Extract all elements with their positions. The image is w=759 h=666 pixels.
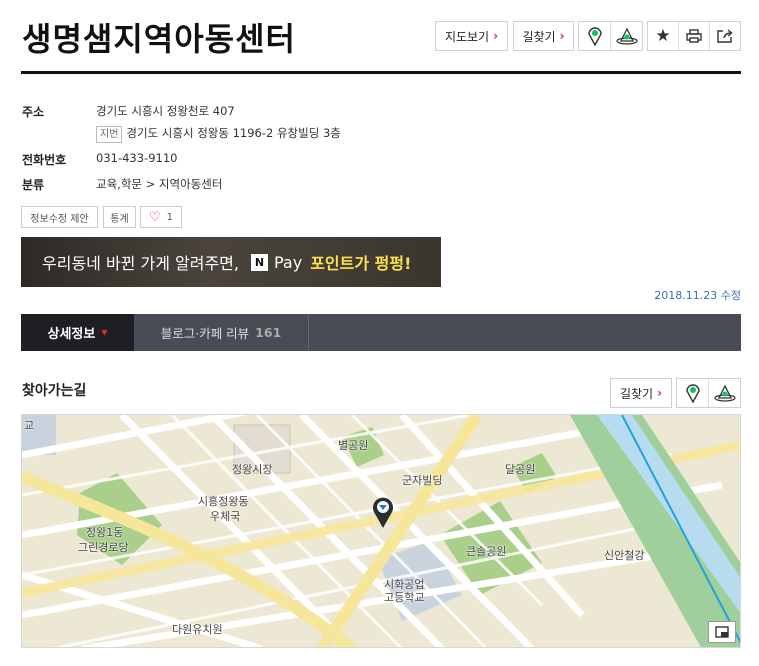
- promo-banner[interactable]: 우리동네 바뀐 가게 알려주면, N Pay 포인트가 펑펑!: [21, 237, 441, 287]
- map-expand-button[interactable]: [708, 621, 736, 643]
- expand-map-icon: [715, 626, 729, 638]
- location-marker-icon: [373, 497, 393, 528]
- tab-detail-label: 상세정보: [47, 327, 96, 342]
- category-value: 교육,학문 > 지역아동센터: [96, 177, 223, 191]
- heart-icon: ♡: [148, 209, 161, 225]
- address-label: 주소: [22, 105, 45, 119]
- category-label: 분류: [22, 178, 45, 192]
- map-nav-group: [676, 378, 741, 408]
- map-label-moon-park: 달공원: [505, 463, 536, 476]
- stats-button[interactable]: 통계: [103, 206, 136, 228]
- navigation-icon: [713, 384, 736, 402]
- map-label-post-office-1: 시흥정왕동: [198, 495, 249, 508]
- map-label-church-2: 그린경로당: [78, 541, 129, 554]
- directions-section-button[interactable]: 길찾기 ›: [610, 378, 672, 408]
- map-roads: [22, 415, 740, 647]
- phone-value[interactable]: 031-433-9110: [96, 151, 177, 165]
- car-nav-button[interactable]: [709, 379, 740, 407]
- lot-tag: 지번: [96, 126, 123, 143]
- map-pin-icon: [685, 384, 700, 403]
- caret-down-icon: ▼: [101, 328, 108, 337]
- share-button[interactable]: [710, 22, 740, 50]
- print-icon: [686, 29, 702, 43]
- page-title: 생명샘지역아동센터: [22, 20, 296, 58]
- map-view-label: 지도보기: [444, 29, 490, 44]
- like-button[interactable]: ♡ 1: [140, 206, 182, 228]
- share-group: ★: [647, 21, 741, 51]
- print-button[interactable]: [679, 22, 710, 50]
- pay-text: Pay: [273, 252, 303, 272]
- naver-pay-logo: N: [250, 253, 268, 271]
- directions-title: 찾아가는길: [22, 383, 87, 399]
- chevron-right-icon: ›: [657, 386, 663, 400]
- nav-app-group: [578, 21, 643, 51]
- tab-review[interactable]: 블로그·카페 리뷰 161: [134, 314, 309, 351]
- updated-date: 2018.11.23 수정: [654, 289, 741, 302]
- directions-label: 길찾기: [522, 29, 556, 44]
- navigation-icon: [615, 27, 638, 45]
- map-label-star-park: 별공원: [338, 439, 369, 452]
- map-pin-button[interactable]: [579, 22, 611, 50]
- like-count: 1: [166, 211, 174, 223]
- map-pin-icon: [587, 27, 602, 46]
- banner-highlight: 포인트가 펑펑!: [310, 254, 412, 273]
- favorite-button[interactable]: ★: [648, 22, 679, 50]
- star-icon: ★: [655, 26, 671, 46]
- banner-text: 우리동네 바뀐 가게 알려주면,: [42, 254, 239, 273]
- review-count: 161: [255, 325, 282, 340]
- map-pin-button[interactable]: [677, 379, 709, 407]
- map-label-school-1: 시화공업: [384, 578, 425, 591]
- car-nav-button[interactable]: [611, 22, 642, 50]
- lot-address-row: 지번 경기도 시흥시 정왕동 1196-2 유창빌딩 3층: [96, 125, 341, 143]
- map-label-kinder: 다원유치원: [172, 623, 223, 636]
- chevron-right-icon: ›: [493, 29, 499, 43]
- tab-bar: 상세정보 ▼ 블로그·카페 리뷰 161: [21, 314, 741, 351]
- map-label-market: 정왕시장: [232, 463, 273, 476]
- map-label-church-1: 정왕1동: [86, 526, 124, 539]
- map-label-gunja: 군자빌딩: [402, 474, 443, 487]
- lot-address-value: 경기도 시흥시 정왕동 1196-2 유창빌딩 3층: [126, 126, 341, 140]
- map-label-edge: 교: [24, 419, 35, 432]
- chevron-right-icon: ›: [559, 29, 565, 43]
- suggest-edit-button[interactable]: 정보수정 제안: [21, 206, 98, 228]
- directions-button[interactable]: 길찾기 ›: [513, 21, 574, 51]
- header-divider: [21, 71, 741, 74]
- directions-section-label: 길찾기: [619, 386, 654, 401]
- phone-label: 전화번호: [22, 153, 67, 167]
- map-view-button[interactable]: 지도보기 ›: [435, 21, 508, 51]
- map-label-school-2: 고등학교: [384, 591, 425, 604]
- map-label-keunsol: 큰솔공원: [466, 545, 507, 558]
- address-value: 경기도 시흥시 정왕천로 407: [96, 104, 235, 118]
- location-map[interactable]: 교 정왕시장 시흥정왕동 우체국 별공원 군자빌딩 달공원 정왕1동 그린경로당…: [21, 414, 741, 648]
- map-label-sinan: 신안철강: [604, 549, 645, 562]
- tab-detail[interactable]: 상세정보 ▼: [21, 314, 134, 351]
- tab-review-label: 블로그·카페 리뷰: [160, 326, 250, 341]
- map-label-post-office-2: 우체국: [210, 510, 241, 523]
- share-icon: [717, 29, 733, 43]
